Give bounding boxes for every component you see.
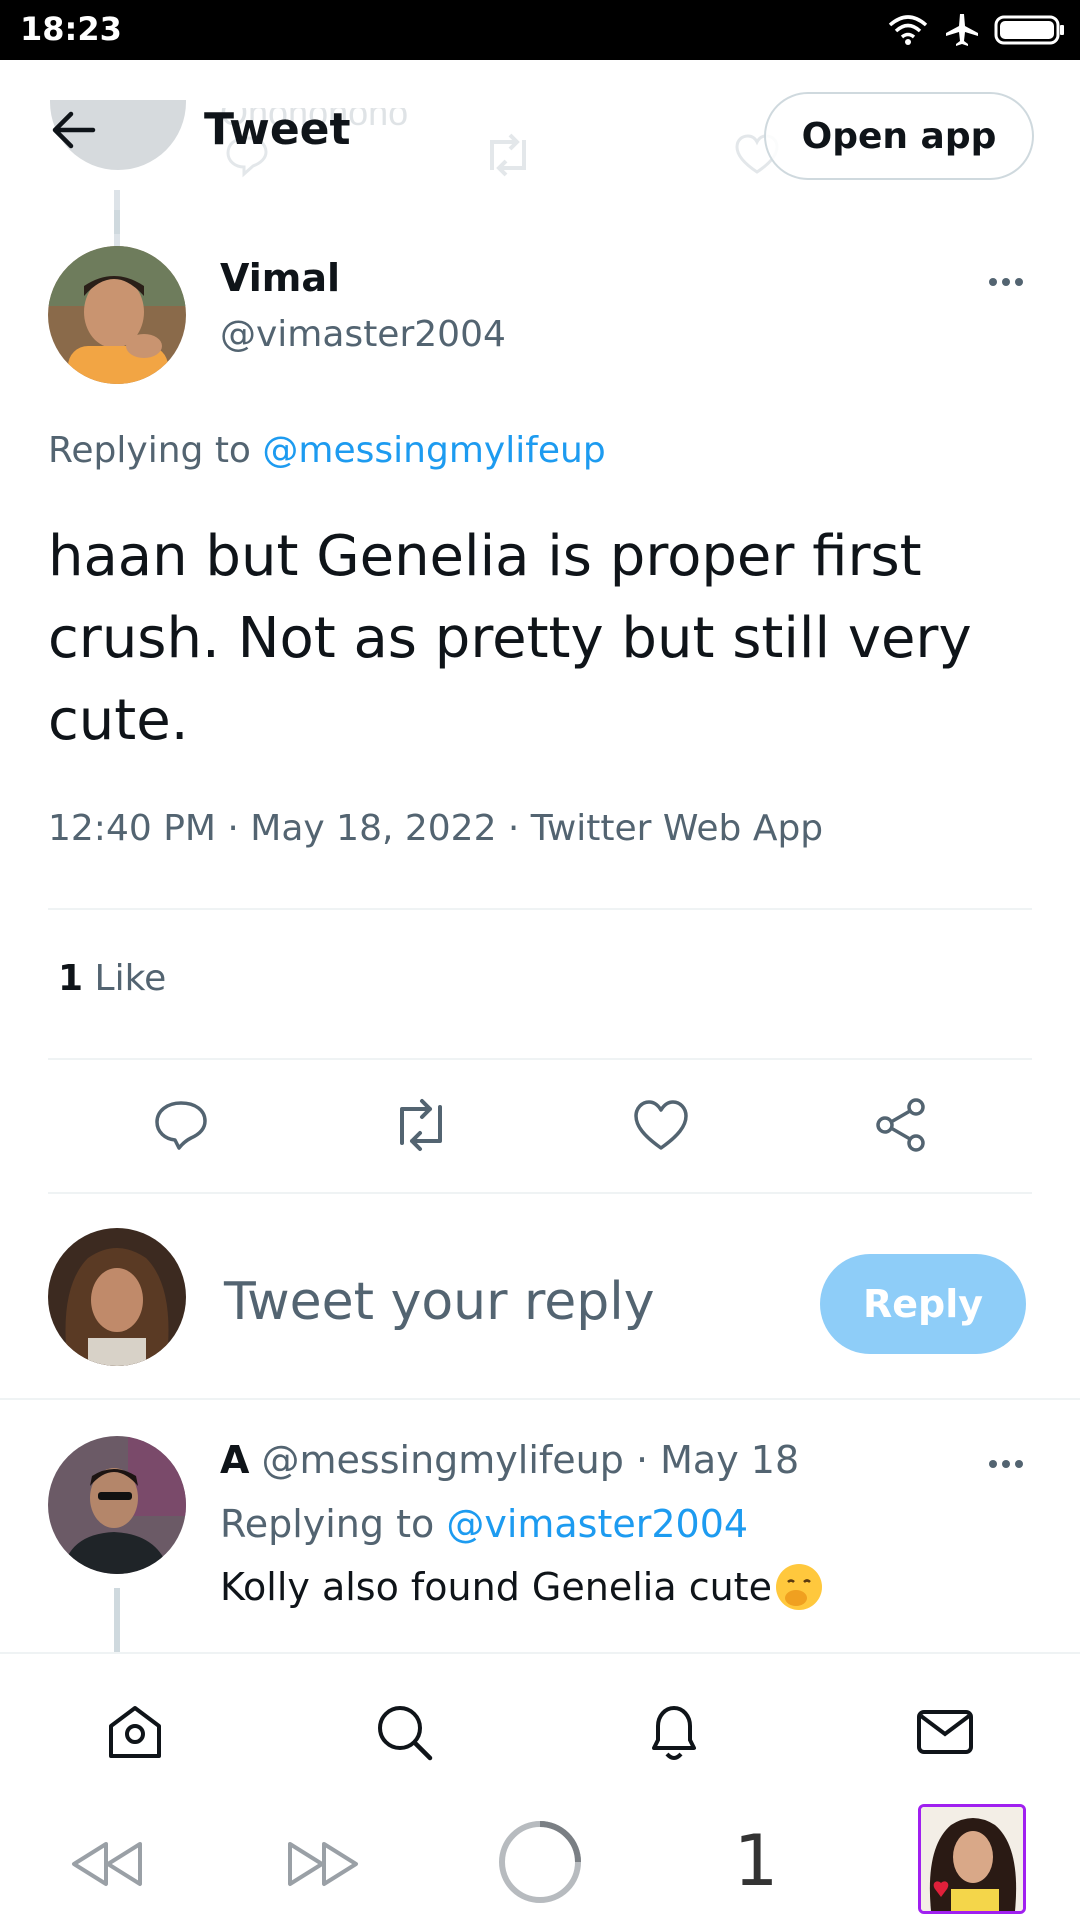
faded-retweet-icon bbox=[490, 133, 526, 177]
profile-thumbnail[interactable] bbox=[918, 1804, 1026, 1914]
reply-more-options-button[interactable] bbox=[976, 1444, 1036, 1484]
home-icon bbox=[109, 1706, 161, 1758]
replying-to-handle[interactable]: @messingmylifeup bbox=[262, 430, 605, 471]
likes-label: Like bbox=[94, 958, 167, 999]
reply-date[interactable]: May 18 bbox=[660, 1438, 799, 1482]
divider bbox=[0, 1398, 1080, 1400]
more-options-button[interactable] bbox=[976, 262, 1036, 302]
profile-image bbox=[921, 1807, 1023, 1911]
reply-text: Kolly also found Genelia cute bbox=[220, 1565, 772, 1609]
reply-author-avatar[interactable] bbox=[48, 1436, 186, 1574]
nav-notifications[interactable] bbox=[634, 1692, 714, 1772]
replying-to-label: Replying to bbox=[48, 430, 251, 471]
reply-author-name[interactable]: A bbox=[220, 1438, 249, 1482]
forward-icon bbox=[288, 1842, 358, 1886]
reply-button[interactable]: Reply bbox=[820, 1254, 1026, 1354]
current-user-avatar bbox=[48, 1228, 186, 1366]
divider bbox=[48, 908, 1032, 910]
back-button[interactable] bbox=[44, 100, 104, 160]
reply-header: A @messingmylifeup · May 18 bbox=[220, 1438, 799, 1482]
divider bbox=[48, 1058, 1032, 1060]
more-icon-dot bbox=[989, 278, 997, 286]
nav-search[interactable] bbox=[364, 1692, 444, 1772]
open-app-button[interactable]: Open app bbox=[764, 92, 1034, 180]
nav-messages[interactable] bbox=[905, 1692, 985, 1772]
search-icon bbox=[378, 1706, 433, 1761]
reply-author-handle[interactable]: @messingmylifeup bbox=[262, 1438, 624, 1482]
more-icon-dot bbox=[1002, 1460, 1010, 1468]
reply-replying-to: Replying to @vimaster2004 bbox=[220, 1502, 748, 1546]
status-icons bbox=[886, 10, 1066, 50]
divider bbox=[48, 1192, 1032, 1194]
author-handle[interactable]: @vimaster2004 bbox=[220, 314, 506, 355]
face-with-hand-over-mouth-emoji-icon bbox=[775, 1564, 822, 1610]
battery-icon bbox=[994, 15, 1064, 45]
retweet-button[interactable] bbox=[386, 1090, 456, 1160]
status-bar: 18:23 bbox=[0, 0, 1080, 60]
more-icon-dot bbox=[1002, 278, 1010, 286]
more-icon-dot bbox=[1015, 278, 1023, 286]
share-button[interactable] bbox=[866, 1090, 936, 1160]
forward-browser-button[interactable] bbox=[284, 1832, 364, 1896]
replying-to-handle[interactable]: @vimaster2004 bbox=[446, 1502, 748, 1546]
bottom-navigation bbox=[0, 1652, 1080, 1802]
tabs-count-button[interactable]: 1 bbox=[716, 1816, 796, 1906]
tweet-actions bbox=[48, 1090, 1032, 1160]
replying-to: Replying to @messingmylifeup bbox=[48, 430, 606, 471]
heart-icon bbox=[634, 1100, 688, 1150]
author-name[interactable]: Vimal bbox=[220, 256, 340, 300]
like-button[interactable] bbox=[626, 1090, 696, 1160]
arrow-left-icon bbox=[52, 111, 96, 149]
comment-button[interactable] bbox=[146, 1090, 216, 1160]
reload-button[interactable] bbox=[494, 1816, 586, 1908]
share-icon bbox=[876, 1098, 925, 1152]
separator: · bbox=[635, 1438, 649, 1482]
wifi-icon bbox=[888, 15, 928, 45]
replying-to-label: Replying to bbox=[220, 1502, 435, 1546]
page-title: Tweet bbox=[204, 104, 351, 155]
more-icon-dot bbox=[1015, 1460, 1023, 1468]
retweet-icon bbox=[400, 1099, 442, 1151]
loading-icon bbox=[499, 1821, 581, 1903]
tweet-text: haan but Genelia is proper first crush. … bbox=[48, 524, 972, 753]
tweet-metadata: 12:40 PM · May 18, 2022 · Twitter Web Ap… bbox=[48, 808, 824, 849]
airplane-icon bbox=[946, 14, 978, 46]
status-time: 18:23 bbox=[20, 10, 122, 48]
browser-toolbar: 1 bbox=[0, 1802, 1080, 1920]
reply-input[interactable]: Tweet your reply bbox=[224, 1272, 655, 1332]
comment-icon bbox=[155, 1101, 207, 1150]
thread-connector-line bbox=[114, 210, 120, 234]
likes-count[interactable]: 1 Like bbox=[58, 958, 166, 999]
likes-number: 1 bbox=[58, 958, 84, 999]
bell-icon bbox=[652, 1706, 696, 1760]
nav-home[interactable] bbox=[95, 1692, 175, 1772]
back-browser-button[interactable] bbox=[66, 1832, 146, 1896]
author-avatar[interactable] bbox=[48, 246, 186, 384]
reply-text-row: Kolly also found Genelia cute bbox=[220, 1564, 822, 1610]
more-icon-dot bbox=[989, 1460, 997, 1468]
thread-line bbox=[114, 1588, 120, 1652]
mail-icon bbox=[917, 1710, 973, 1754]
rewind-icon bbox=[72, 1842, 142, 1886]
